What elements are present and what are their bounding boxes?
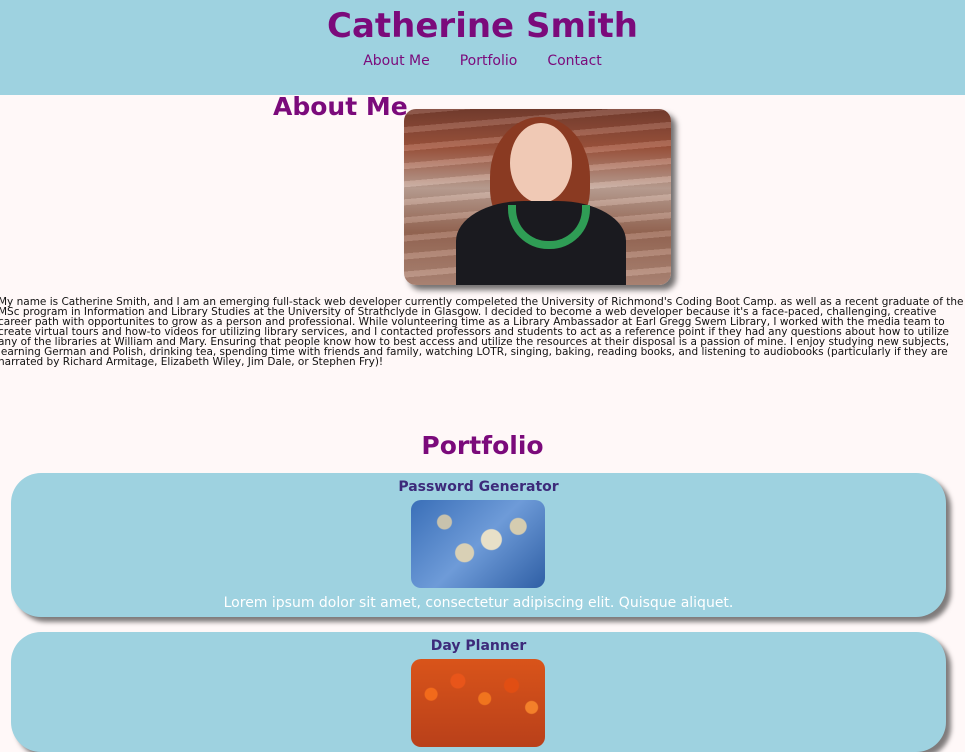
project-description: Lorem ipsum dolor sit amet, consectetur … <box>223 595 734 611</box>
about-heading: About Me <box>273 92 408 121</box>
site-header: Catherine Smith About Me Portfolio Conta… <box>0 0 965 95</box>
tulips-image <box>411 659 545 747</box>
project-card-password-generator[interactable]: Password Generator Lorem ipsum dolor sit… <box>11 473 946 617</box>
portfolio-heading: Portfolio <box>421 431 544 460</box>
pussy-willow-image <box>411 500 545 588</box>
profile-photo <box>404 109 671 285</box>
project-thumbnail[interactable] <box>411 500 545 588</box>
nav-portfolio[interactable]: Portfolio <box>460 53 518 69</box>
project-card-day-planner[interactable]: Day Planner <box>11 632 946 752</box>
photo-face <box>510 123 572 203</box>
project-title[interactable]: Password Generator <box>11 479 946 495</box>
about-text: My name is Catherine Smith, and I am an … <box>0 296 964 368</box>
nav-about-me[interactable]: About Me <box>363 53 430 69</box>
project-title[interactable]: Day Planner <box>11 638 946 654</box>
site-title: Catherine Smith <box>327 6 638 46</box>
project-thumbnail[interactable] <box>411 659 545 747</box>
main-nav: About Me Portfolio Contact <box>0 53 965 69</box>
nav-contact[interactable]: Contact <box>547 53 601 69</box>
